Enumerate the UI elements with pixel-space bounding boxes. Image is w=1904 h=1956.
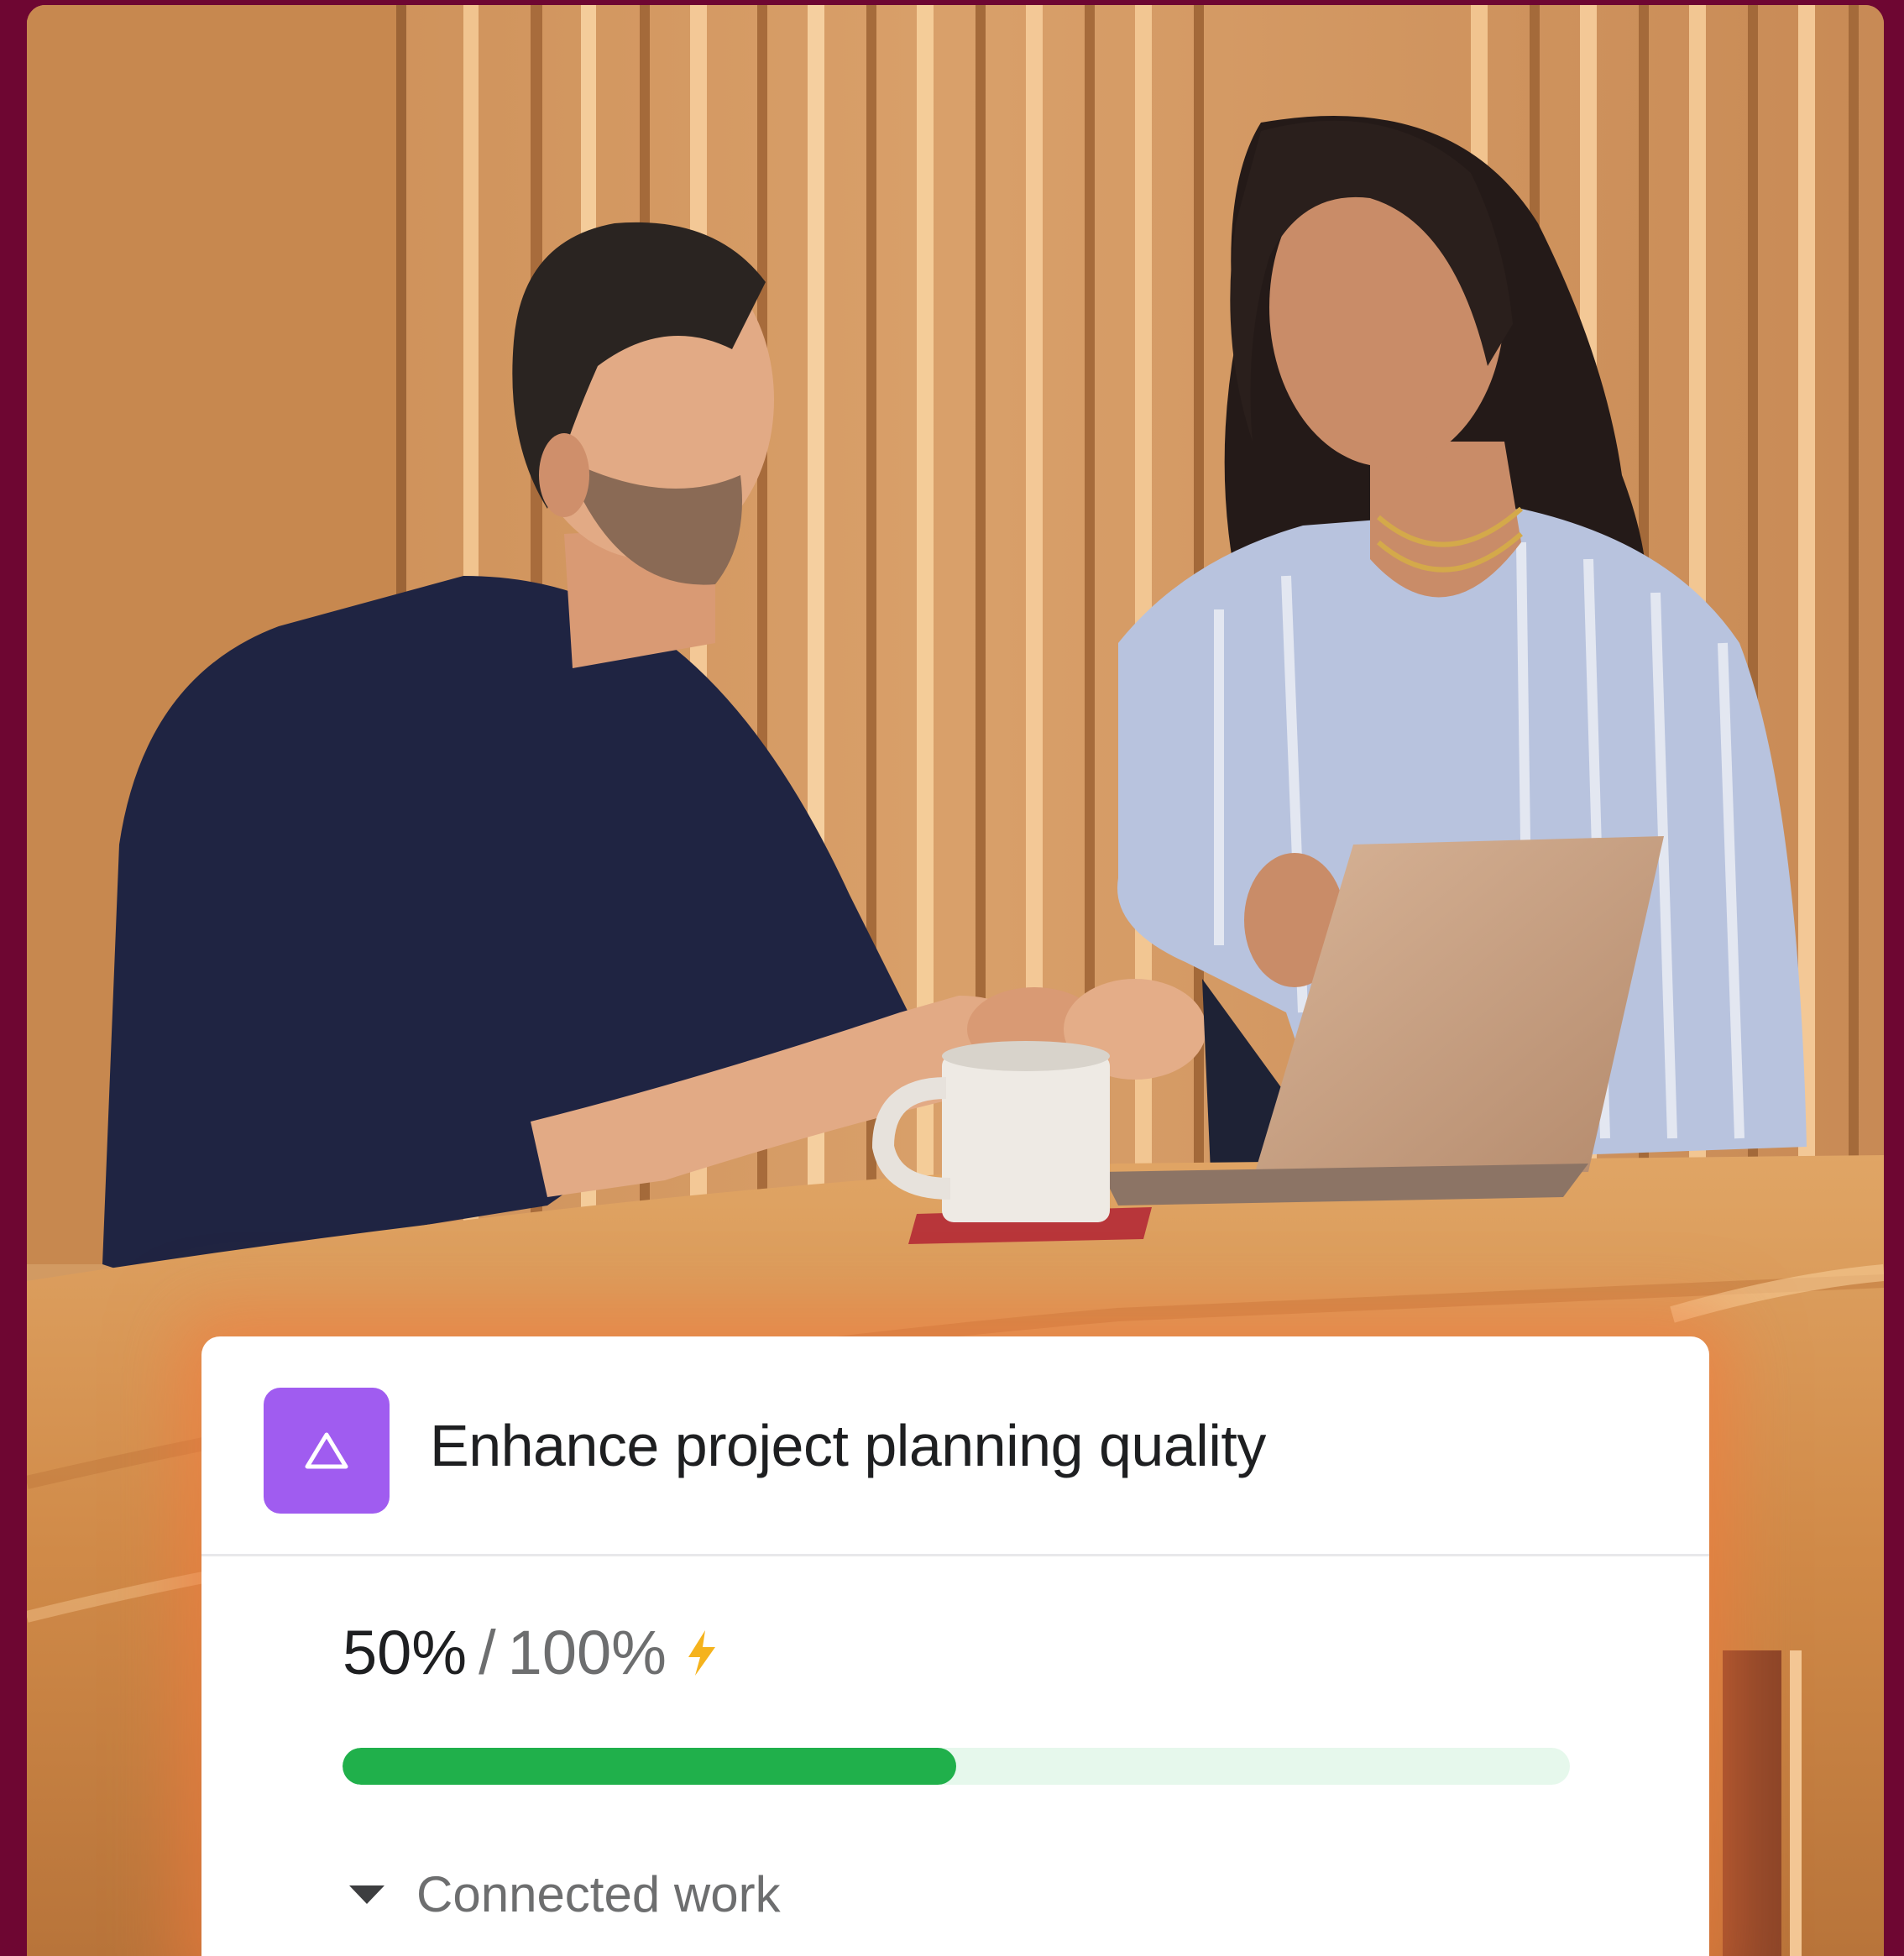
goal-header: Enhance project planning quality [201, 1336, 1709, 1556]
goal-card[interactable]: Enhance project planning quality 50% / 1… [201, 1336, 1709, 1956]
progress-separator: / [479, 1618, 496, 1687]
progress-readout: 50% / 100% [343, 1622, 1709, 1684]
goal-title[interactable]: Enhance project planning quality [430, 1412, 1266, 1479]
lightning-bolt-icon [683, 1629, 720, 1677]
progress-bar-track [343, 1748, 1570, 1785]
triangle-goal-icon [264, 1387, 390, 1514]
progress-target: 100% [507, 1618, 667, 1687]
connected-work-label[interactable]: Connected work [416, 1865, 781, 1923]
progress-bar-fill [343, 1748, 956, 1785]
connected-work-toggle[interactable]: Connected work [348, 1865, 1709, 1923]
hero-frame: Enhance project planning quality 50% / 1… [27, 5, 1884, 1956]
progress-current: 50% [343, 1618, 468, 1687]
goal-body: 50% / 100% Connected work [201, 1556, 1709, 1923]
caret-down-icon[interactable] [348, 1884, 386, 1906]
